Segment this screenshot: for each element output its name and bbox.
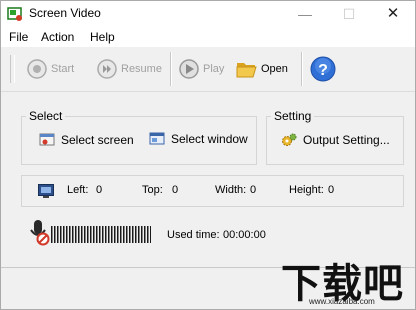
menu-help[interactable]: Help bbox=[90, 30, 115, 44]
close-button[interactable]: ✕ bbox=[371, 1, 415, 27]
record-icon bbox=[27, 59, 47, 79]
left-value: 0 bbox=[96, 184, 103, 196]
select-screen-label: Select screen bbox=[61, 133, 134, 147]
region-info-panel: Left: 0 Top: 0 Width: 0 Height: 0 bbox=[21, 175, 404, 207]
width-value: 0 bbox=[250, 184, 257, 196]
select-group: Select Select screen Select window bbox=[21, 109, 257, 165]
menu-bar: File Action Help bbox=[1, 27, 415, 47]
select-screen-button[interactable]: Select screen bbox=[39, 130, 149, 150]
help-icon[interactable]: ? bbox=[310, 56, 336, 82]
toolbar-separator bbox=[170, 52, 172, 86]
menu-action[interactable]: Action bbox=[41, 30, 74, 44]
setting-group-title: Setting bbox=[271, 109, 315, 123]
select-window-button[interactable]: Select window bbox=[149, 129, 249, 149]
setting-group: Setting Output Setting... bbox=[266, 109, 404, 165]
play-icon bbox=[179, 59, 199, 79]
play-label: Play bbox=[203, 63, 225, 75]
maximize-button[interactable]: ☐ bbox=[327, 1, 371, 27]
toolbar-grip[interactable] bbox=[10, 55, 15, 83]
open-label: Open bbox=[261, 63, 288, 75]
app-window: Screen Video — ☐ ✕ File Action Help Star… bbox=[0, 0, 416, 310]
top-value: 0 bbox=[172, 184, 179, 196]
audio-level-meter bbox=[51, 226, 151, 243]
app-icon bbox=[7, 7, 22, 21]
play-button[interactable]: Play bbox=[178, 58, 230, 80]
start-button[interactable]: Start bbox=[26, 58, 86, 80]
select-window-label: Select window bbox=[171, 132, 248, 146]
window-title: Screen Video bbox=[29, 6, 101, 20]
width-label: Width: bbox=[215, 184, 247, 196]
left-label: Left: bbox=[67, 184, 89, 196]
resume-label: Resume bbox=[121, 63, 162, 75]
toolbar-separator bbox=[301, 52, 303, 86]
help-icon-glyph: ? bbox=[318, 62, 328, 79]
height-value: 0 bbox=[328, 184, 335, 196]
used-time-value: 00:00:00 bbox=[223, 229, 266, 241]
start-label: Start bbox=[51, 63, 75, 75]
select-group-title: Select bbox=[26, 109, 66, 123]
height-label: Height: bbox=[289, 184, 324, 196]
screen-icon bbox=[39, 133, 55, 146]
output-setting-label: Output Setting... bbox=[303, 133, 390, 147]
menu-file[interactable]: File bbox=[9, 30, 28, 44]
monitor-icon bbox=[38, 184, 54, 198]
title-bar: Screen Video — ☐ ✕ bbox=[1, 1, 415, 27]
output-setting-button[interactable]: Output Setting... bbox=[281, 130, 399, 150]
toolbar: Start Resume Play Open ? bbox=[1, 47, 415, 92]
microphone-muted-icon[interactable] bbox=[28, 219, 50, 247]
top-label: Top: bbox=[142, 184, 163, 196]
resume-button[interactable]: Resume bbox=[96, 58, 164, 80]
window-icon bbox=[149, 132, 165, 145]
gears-icon bbox=[282, 133, 297, 146]
open-button[interactable]: Open bbox=[236, 58, 294, 80]
used-time-label: Used time: bbox=[167, 229, 220, 241]
resume-icon bbox=[97, 59, 117, 79]
watermark-url: www.xiazaiba.com bbox=[309, 297, 375, 306]
folder-open-icon bbox=[236, 63, 257, 78]
minimize-button[interactable]: — bbox=[283, 1, 327, 27]
